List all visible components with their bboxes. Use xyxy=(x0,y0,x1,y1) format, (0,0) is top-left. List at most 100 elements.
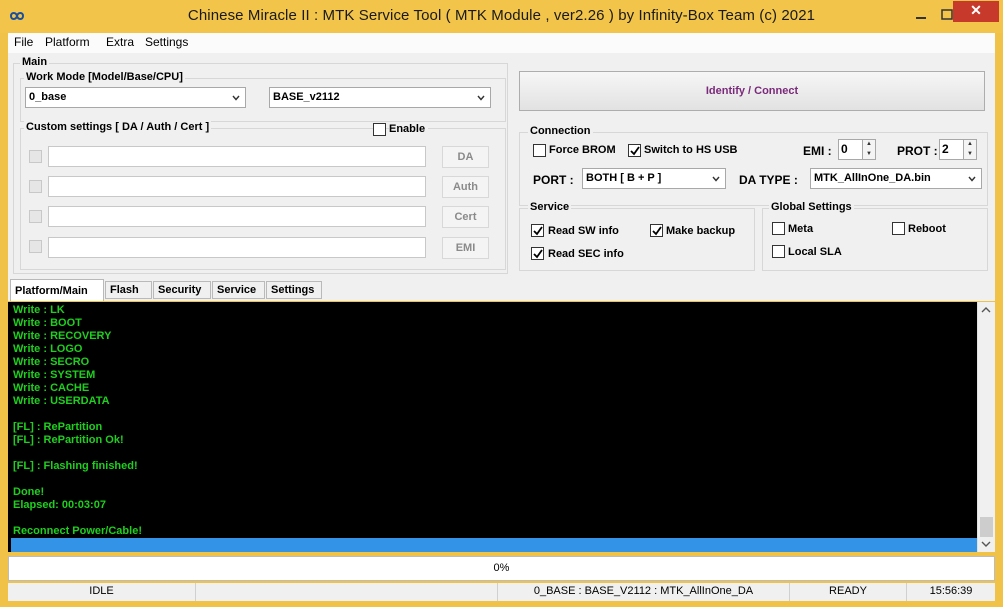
emi-button[interactable]: EMI xyxy=(442,237,489,259)
make-backup-checkbox[interactable] xyxy=(650,224,663,237)
console-line: Write : RECOVERY xyxy=(13,330,112,342)
cert-button[interactable]: Cert xyxy=(442,206,489,228)
port-label: PORT : xyxy=(533,173,574,187)
da-type-label: DA TYPE : xyxy=(739,173,798,187)
tab-service[interactable]: Service xyxy=(212,281,265,299)
custom-settings-title: Custom settings [ DA / Auth / Cert ] xyxy=(24,121,212,133)
console-line: Done! xyxy=(13,486,45,498)
checkmark-icon xyxy=(533,226,543,236)
console-line: [FL] : Flashing finished! xyxy=(13,460,138,472)
app-window: Chinese Miracle II : MTK Service Tool ( … xyxy=(0,0,1003,607)
menu-settings[interactable]: Settings xyxy=(145,35,188,49)
reboot-checkbox[interactable] xyxy=(892,222,905,235)
spin-down-icon[interactable]: ▼ xyxy=(964,150,976,159)
auth-checkbox[interactable] xyxy=(29,180,42,193)
menu-file[interactable]: File xyxy=(14,35,33,49)
scroll-down-icon[interactable] xyxy=(981,541,991,547)
main-group: Main Work Mode [Model/Base/CPU] 0_base B… xyxy=(13,56,508,274)
emi-spinner-buttons[interactable]: ▲ ▼ xyxy=(862,139,876,160)
work-mode-title: Work Mode [Model/Base/CPU] xyxy=(24,71,185,83)
spin-down-icon[interactable]: ▼ xyxy=(863,150,875,159)
auth-path-input[interactable] xyxy=(48,176,426,197)
status-ready: READY xyxy=(790,583,907,601)
service-title: Service xyxy=(528,201,572,213)
chevron-down-icon xyxy=(968,176,976,182)
da-path-input[interactable] xyxy=(48,146,426,167)
tab-settings[interactable]: Settings xyxy=(266,281,322,299)
enable-label: Enable xyxy=(389,123,429,135)
local-sla-checkbox[interactable] xyxy=(772,245,785,258)
console-scrollbar[interactable] xyxy=(977,302,995,552)
meta-label: Meta xyxy=(788,223,814,235)
close-button[interactable]: ✕ xyxy=(953,1,999,22)
meta-checkbox[interactable] xyxy=(772,222,785,235)
base-select[interactable]: BASE_v2112 xyxy=(269,87,491,108)
console-line: Elapsed: 00:03:07 xyxy=(13,499,106,511)
prot-spinner[interactable]: 2 ▲ ▼ xyxy=(939,139,977,160)
emi-spinner-value: 0 xyxy=(841,142,848,156)
spin-up-icon[interactable]: ▲ xyxy=(863,140,875,149)
da-type-select[interactable]: MTK_AllInOne_DA.bin xyxy=(810,168,982,189)
port-select[interactable]: BOTH [ B + P ] xyxy=(582,168,726,189)
emi-checkbox[interactable] xyxy=(29,240,42,253)
progress-bar: 0% xyxy=(8,556,995,581)
scroll-thumb[interactable] xyxy=(980,517,993,537)
status-state: IDLE xyxy=(8,583,196,601)
status-bar: IDLE 0_BASE : BASE_V2112 : MTK_AllInOne_… xyxy=(8,583,995,601)
work-mode-group: Work Mode [Model/Base/CPU] 0_base BASE_v… xyxy=(20,71,506,122)
read-sec-info-checkbox[interactable] xyxy=(531,247,544,260)
custom-settings-group: Custom settings [ DA / Auth / Cert ] Ena… xyxy=(20,121,506,270)
menu-platform[interactable]: Platform xyxy=(45,35,90,49)
da-button[interactable]: DA xyxy=(442,146,489,168)
close-icon: ✕ xyxy=(970,2,982,18)
menu-bar: File Platform Extra Settings xyxy=(8,33,995,53)
log-console[interactable]: Write : LK Write : BOOT Write : RECOVERY Wr… xyxy=(8,302,977,552)
tab-flash[interactable]: Flash xyxy=(105,281,152,299)
service-group: Service Read SW info Make backup Read SE… xyxy=(519,201,755,271)
switch-hs-usb-checkbox[interactable] xyxy=(628,144,641,157)
chevron-down-icon xyxy=(232,95,240,101)
read-sw-info-checkbox[interactable] xyxy=(531,224,544,237)
force-brom-checkbox[interactable] xyxy=(533,144,546,157)
chevron-down-icon xyxy=(712,176,720,182)
da-type-select-value: MTK_AllInOne_DA.bin xyxy=(814,172,931,184)
emi-path-input[interactable] xyxy=(48,237,426,258)
spin-up-icon[interactable]: ▲ xyxy=(964,140,976,149)
auth-button[interactable]: Auth xyxy=(442,176,489,198)
prot-label: PROT : xyxy=(897,144,938,158)
cert-path-input[interactable] xyxy=(48,206,426,227)
cert-checkbox[interactable] xyxy=(29,210,42,223)
enable-checkbox[interactable] xyxy=(373,123,386,136)
console-line: Write : SYSTEM xyxy=(13,369,96,381)
progress-label: 0% xyxy=(493,562,510,574)
da-checkbox[interactable] xyxy=(29,150,42,163)
prot-spinner-value: 2 xyxy=(942,142,949,156)
connection-title: Connection xyxy=(528,125,593,137)
checkmark-icon xyxy=(533,249,543,259)
console-line: Write : LOGO xyxy=(13,343,83,355)
scroll-up-icon[interactable] xyxy=(981,307,991,313)
reboot-label: Reboot xyxy=(908,223,946,235)
status-empty xyxy=(196,583,498,601)
window-title: Chinese Miracle II : MTK Service Tool ( … xyxy=(187,7,816,24)
menu-extra[interactable]: Extra xyxy=(106,35,134,49)
model-select-value: 0_base xyxy=(29,91,67,103)
console-line: Write : BOOT xyxy=(13,317,82,329)
emi-spinner[interactable]: 0 ▲ ▼ xyxy=(838,139,876,160)
console-line: [FL] : RePartition Ok! xyxy=(13,434,124,446)
base-select-value: BASE_v2112 xyxy=(273,91,340,103)
chevron-down-icon xyxy=(477,95,485,101)
tab-security[interactable]: Security xyxy=(153,281,211,299)
force-brom-label: Force BROM xyxy=(549,144,616,156)
status-summary: 0_BASE : BASE_V2112 : MTK_AllInOne_DA xyxy=(498,583,790,601)
tab-platform-main[interactable]: Platform/Main xyxy=(10,279,104,301)
model-select[interactable]: 0_base xyxy=(25,87,246,108)
minimize-icon[interactable] xyxy=(908,6,934,26)
identify-connect-button[interactable]: Identify / Connect xyxy=(519,71,985,111)
prot-spinner-buttons[interactable]: ▲ ▼ xyxy=(963,139,977,160)
console-line: Write : LK xyxy=(13,304,65,316)
title-bar[interactable]: Chinese Miracle II : MTK Service Tool ( … xyxy=(0,0,1003,33)
make-backup-label: Make backup xyxy=(666,225,736,237)
read-sw-info-label: Read SW info xyxy=(548,225,619,237)
global-settings-group: Global Settings Meta Reboot Local SLA xyxy=(762,201,988,271)
